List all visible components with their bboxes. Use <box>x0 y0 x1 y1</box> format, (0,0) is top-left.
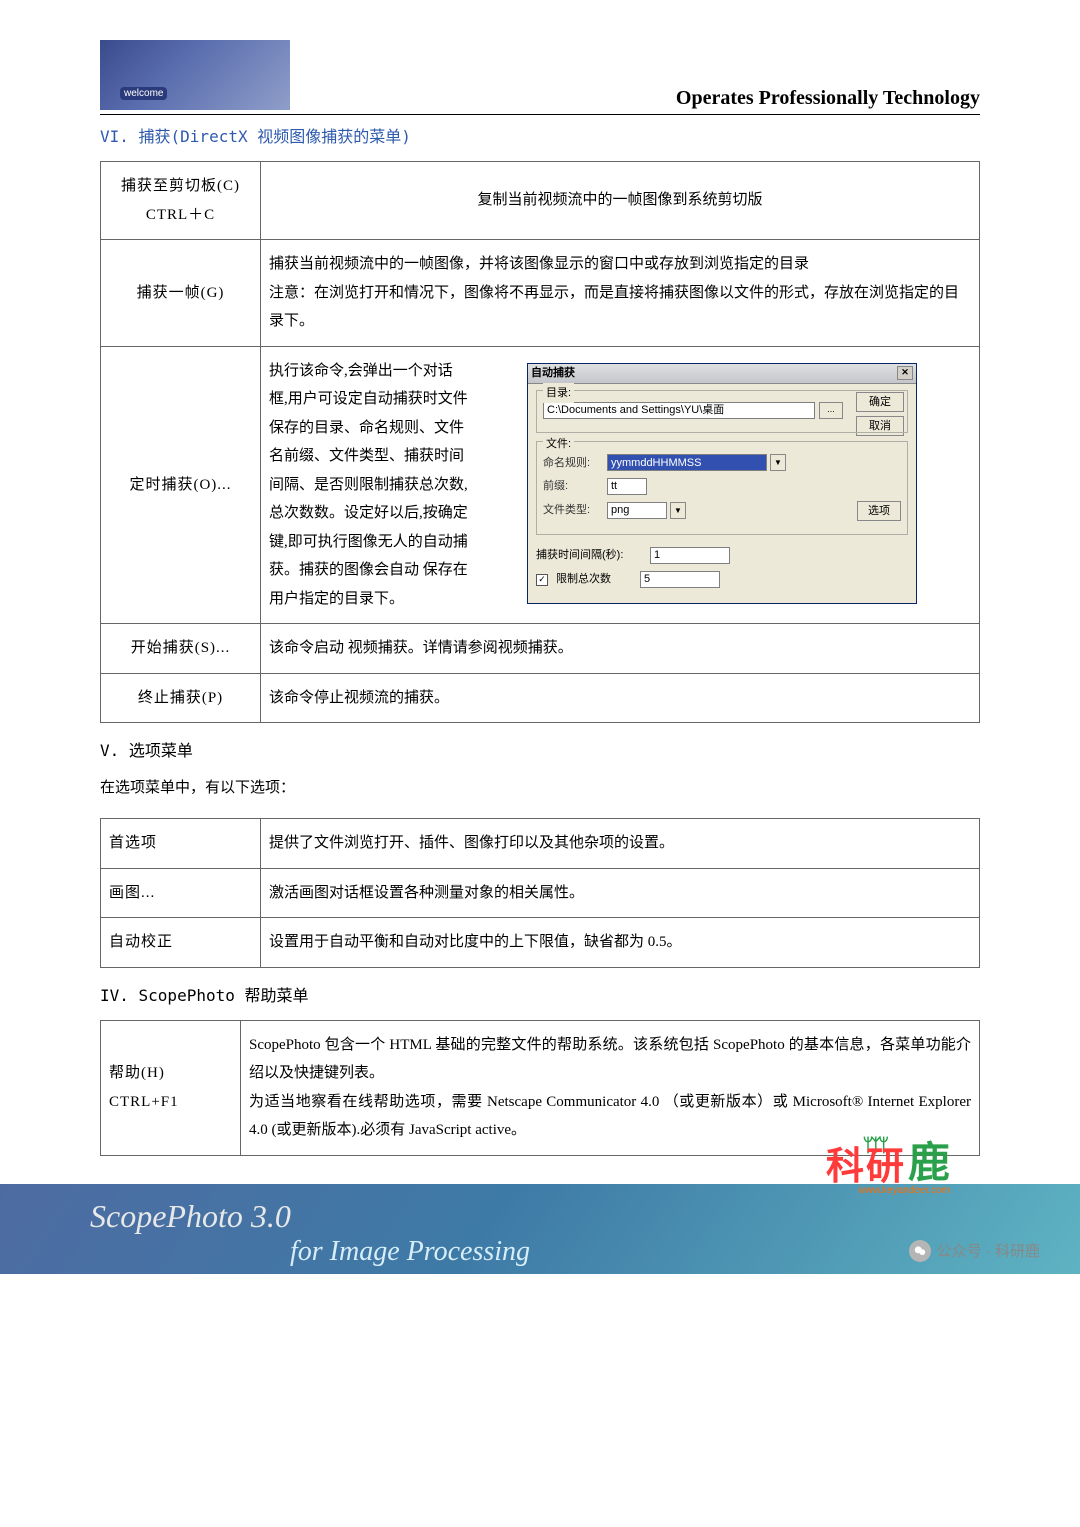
menu-desc: 设置用于自动平衡和自动对比度中的上下限值，缺省都为 0.5。 <box>261 918 980 968</box>
menu-label: 首选项 <box>101 819 261 869</box>
menu-label: 定时捕获(O)... <box>101 346 261 624</box>
header-title: Operates Professionally Technology <box>676 87 980 110</box>
menu-label: 开始捕获(S)... <box>101 624 261 674</box>
filetype-label: 文件类型: <box>543 500 603 521</box>
options-button[interactable]: 选项 <box>857 501 901 521</box>
menu-desc: 捕获当前视频流中的一帧图像，并将该图像显示的窗口中或存放到浏览指定的目录 注意：… <box>261 240 980 347</box>
section-5-intro: 在选项菜单中，有以下选项： <box>100 775 980 802</box>
limit-checkbox[interactable]: ✓ <box>536 574 548 586</box>
menu-desc: 执行该命令,会弹出一个对话框,用户可设定自动捕获时文件保存的目录、命名规则、文件… <box>261 346 980 624</box>
prefix-label: 前缀: <box>543 476 603 497</box>
table-row: 捕获一帧(G) 捕获当前视频流中的一帧图像，并将该图像显示的窗口中或存放到浏览指… <box>101 240 980 347</box>
timer-capture-desc: 执行该命令,会弹出一个对话框,用户可设定自动捕获时文件保存的目录、命名规则、文件… <box>269 357 469 614</box>
menu-label: 终止捕获(P) <box>101 673 261 723</box>
prefix-input[interactable]: tt <box>607 478 647 495</box>
menu-desc: 提供了文件浏览打开、插件、图像打印以及其他杂项的设置。 <box>261 819 980 869</box>
dialog-title: 自动捕获 <box>531 363 575 384</box>
watermark-site: www.keyandeer.com <box>858 1185 950 1196</box>
close-icon[interactable]: ✕ <box>897 366 913 380</box>
table-row: 帮助(H) CTRL+F1 ScopePhoto 包含一个 HTML 基础的完整… <box>101 1020 980 1155</box>
wechat-caption: 公众号 · 科研鹿 <box>909 1240 1040 1262</box>
footer-brand: ScopePhoto 3.0 <box>90 1198 291 1235</box>
footer-sub: for Image Processing <box>290 1236 530 1268</box>
section-5-title: V. 选项菜单 <box>100 737 980 761</box>
table-row: 开始捕获(S)... 该命令启动 视频捕获。详情请参阅视频捕获。 <box>101 624 980 674</box>
interval-label: 捕获时间间隔(秒): <box>536 545 646 566</box>
dialog-titlebar: 自动捕获 ✕ <box>528 364 916 384</box>
help-menu-table: 帮助(H) CTRL+F1 ScopePhoto 包含一个 HTML 基础的完整… <box>100 1020 980 1156</box>
limit-input[interactable]: 5 <box>640 571 720 588</box>
capture-menu-table: 捕获至剪切板(C) CTRL＋C 复制当前视频流中的一帧图像到系统剪切版 捕获一… <box>100 161 980 723</box>
table-row: 自动校正设置用于自动平衡和自动对比度中的上下限值，缺省都为 0.5。 <box>101 918 980 968</box>
interval-input[interactable]: 1 <box>650 547 730 564</box>
rule-select[interactable]: yymmddHHMMSS <box>607 454 767 471</box>
options-menu-table: 首选项提供了文件浏览打开、插件、图像打印以及其他杂项的设置。 画图...激活画图… <box>100 818 980 968</box>
chevron-down-icon[interactable]: ▼ <box>770 454 786 471</box>
logo-image <box>100 40 290 110</box>
menu-label: 帮助(H) CTRL+F1 <box>101 1020 241 1155</box>
menu-label: 捕获一帧(G) <box>101 240 261 347</box>
file-group-label: 文件: <box>543 434 574 455</box>
menu-label: 自动校正 <box>101 918 261 968</box>
dir-group-label: 目录: <box>543 383 574 404</box>
table-row: 终止捕获(P) 该命令停止视频流的捕获。 <box>101 673 980 723</box>
chevron-down-icon[interactable]: ▼ <box>670 502 686 519</box>
table-row: 画图...激活画图对话框设置各种测量对象的相关属性。 <box>101 868 980 918</box>
table-row: 定时捕获(O)... 执行该命令,会弹出一个对话框,用户可设定自动捕获时文件保存… <box>101 346 980 624</box>
section-4-title: IV. ScopePhoto 帮助菜单 <box>100 982 980 1006</box>
table-row: 首选项提供了文件浏览打开、插件、图像打印以及其他杂项的设置。 <box>101 819 980 869</box>
menu-label: 捕获至剪切板(C) CTRL＋C <box>101 162 261 240</box>
menu-desc: 该命令启动 视频捕获。详情请参阅视频捕获。 <box>261 624 980 674</box>
dir-input[interactable]: C:\Documents and Settings\YU\桌面 <box>543 402 815 419</box>
header-bar: Operates Professionally Technology <box>100 40 980 115</box>
menu-desc: 复制当前视频流中的一帧图像到系统剪切版 <box>261 162 980 240</box>
browse-button[interactable]: ... <box>819 402 843 419</box>
wechat-text: 公众号 · 科研鹿 <box>937 1240 1040 1261</box>
antler-icon: ᛘᛉᛘ <box>863 1135 886 1156</box>
limit-label: 限制总次数 <box>556 569 636 590</box>
table-row: 捕获至剪切板(C) CTRL＋C 复制当前视频流中的一帧图像到系统剪切版 <box>101 162 980 240</box>
auto-capture-dialog: 自动捕获 ✕ 确定 取消 目录: <box>527 363 917 604</box>
rule-label: 命名规则: <box>543 453 603 474</box>
wechat-icon <box>909 1240 931 1262</box>
menu-label: 画图... <box>101 868 261 918</box>
menu-desc: 该命令停止视频流的捕获。 <box>261 673 980 723</box>
menu-desc: 激活画图对话框设置各种测量对象的相关属性。 <box>261 868 980 918</box>
filetype-select[interactable]: png <box>607 502 667 519</box>
section-6-title: VI. 捕获(DirectX 视频图像捕获的菜单) <box>100 123 980 147</box>
